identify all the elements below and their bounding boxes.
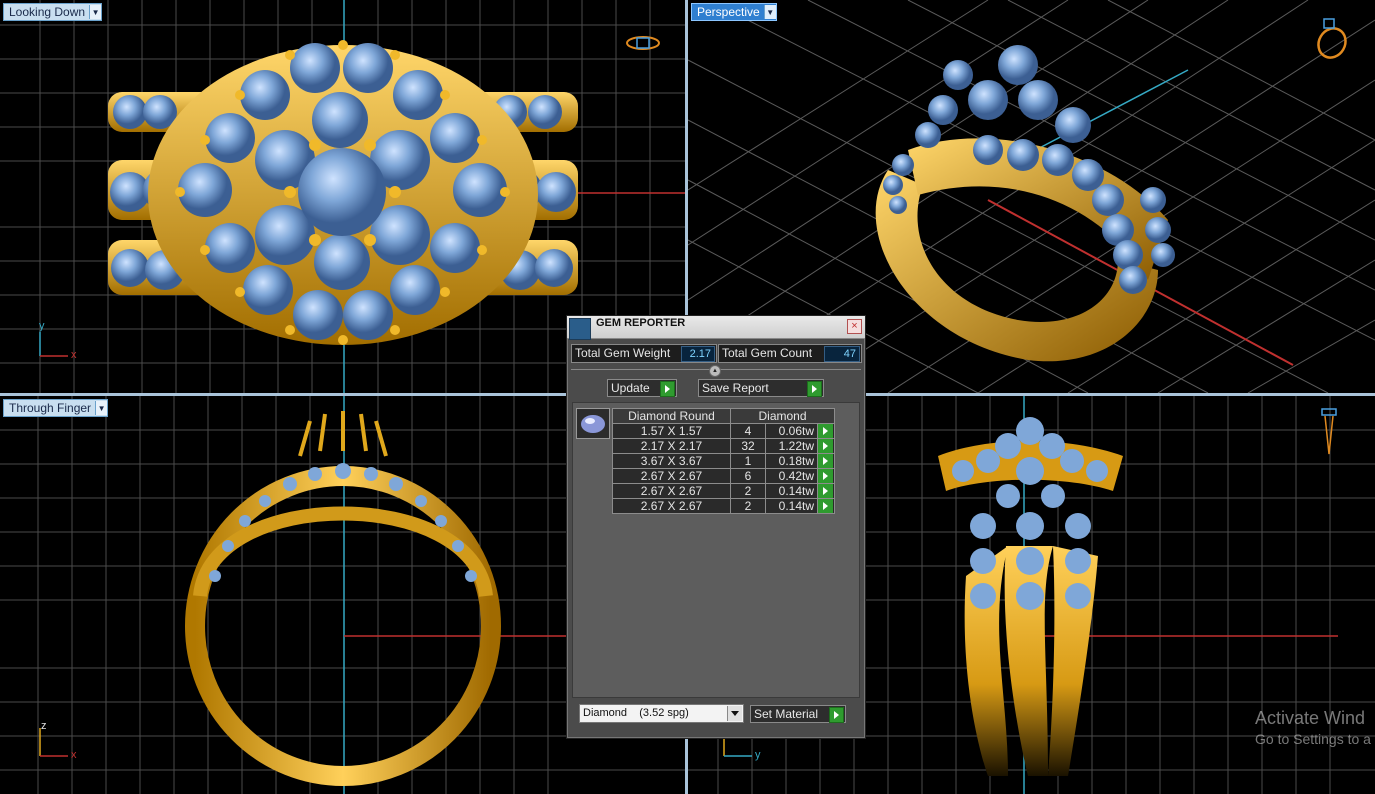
viewport-label-looking-down[interactable]: Looking Down ▼ [3, 3, 103, 21]
axis-x-label: x [71, 349, 77, 361]
viewport-label-text: Through Finger [9, 401, 92, 415]
gem-reporter-app-icon [569, 318, 591, 340]
axis-x-label: x [71, 749, 77, 761]
gem-count: 2 [730, 483, 766, 499]
gem-reporter-title: GEM REPORTER [596, 317, 686, 329]
ring-orientation-icon[interactable] [1312, 16, 1352, 62]
row-play-icon[interactable] [818, 439, 833, 453]
set-material-button[interactable]: Set Material [750, 705, 846, 723]
update-button-label: Update [611, 381, 650, 395]
chevron-down-icon[interactable]: ▼ [763, 5, 776, 19]
axis-y-label: y [39, 320, 45, 332]
viewport-label-perspective[interactable]: Perspective ▼ [691, 3, 777, 21]
row-play-icon[interactable] [818, 469, 833, 483]
total-gem-count-label: Total Gem Count [722, 346, 813, 360]
chevron-down-icon[interactable]: ▼ [95, 401, 108, 415]
total-gem-count: Total Gem Count 47 [718, 344, 862, 363]
update-button[interactable]: Update [607, 379, 677, 397]
gem-size: 2.17 X 2.17 [612, 438, 731, 454]
total-gem-weight-value: 2.17 [681, 346, 715, 362]
table-row[interactable]: 1.57 X 1.57 4 0.06tw [612, 423, 835, 439]
gem-reporter-titlebar[interactable]: GEM REPORTER × [567, 316, 865, 340]
row-play-icon[interactable] [818, 454, 833, 468]
column-header-diamond[interactable]: Diamond [730, 408, 835, 424]
row-play-icon[interactable] [818, 499, 833, 513]
table-row[interactable]: 3.67 X 3.67 1 0.18tw [612, 453, 835, 469]
ring-orientation-icon[interactable] [624, 33, 662, 53]
gem-size: 3.67 X 3.67 [612, 453, 731, 469]
gem-reporter-panel: GEM REPORTER × Total Gem Weight 2.17 Tot… [566, 315, 866, 739]
column-header-diamond-round[interactable]: Diamond Round [612, 408, 731, 424]
gem-weight: 0.18tw [765, 453, 818, 469]
watermark-line1: Activate Wind [1255, 708, 1366, 728]
diamond-gem-icon [576, 408, 610, 439]
save-report-button-label: Save Report [702, 381, 769, 395]
viewport-label-text: Looking Down [9, 5, 86, 19]
gem-weight: 0.14tw [765, 483, 818, 499]
table-row[interactable]: 2.67 X 2.67 2 0.14tw [612, 498, 835, 514]
gem-count: 4 [730, 423, 766, 439]
table-header-row: Diamond Round Diamond [612, 408, 835, 424]
save-report-button[interactable]: Save Report [698, 379, 824, 397]
total-gem-weight: Total Gem Weight 2.17 [571, 344, 717, 363]
total-gem-weight-label: Total Gem Weight [575, 346, 671, 360]
play-icon [829, 707, 844, 723]
gem-size: 2.67 X 2.67 [612, 468, 731, 484]
chevron-down-icon[interactable] [727, 706, 742, 721]
material-select-value: Diamond (3.52 spg) [583, 707, 689, 719]
gem-count: 1 [730, 453, 766, 469]
material-select[interactable]: Diamond (3.52 spg) [579, 704, 744, 723]
gem-count: 6 [730, 468, 766, 484]
row-play-icon[interactable] [818, 424, 833, 438]
viewport-label-through-finger[interactable]: Through Finger ▼ [3, 399, 109, 417]
gem-weight: 0.42tw [765, 468, 818, 484]
gem-size: 2.67 X 2.67 [612, 498, 731, 514]
watermark-line2: Go to Settings to a [1255, 731, 1371, 747]
gem-weight: 1.22tw [765, 438, 818, 454]
set-material-button-label: Set Material [754, 707, 819, 721]
ring-orientation-icon[interactable] [1318, 406, 1342, 458]
play-icon [660, 381, 675, 397]
axis-y-label: y [755, 749, 761, 761]
play-icon [807, 381, 822, 397]
table-row[interactable]: 2.67 X 2.67 6 0.42tw [612, 468, 835, 484]
gem-weight: 0.14tw [765, 498, 818, 514]
table-row[interactable]: 2.67 X 2.67 2 0.14tw [612, 483, 835, 499]
activation-watermark: Activate Wind Go to Settings to a [1255, 708, 1371, 747]
table-row[interactable]: 2.17 X 2.17 32 1.22tw [612, 438, 835, 454]
viewport-label-text: Perspective [697, 5, 760, 19]
gem-count: 2 [730, 498, 766, 514]
close-icon[interactable]: × [847, 319, 862, 334]
chevron-down-icon[interactable]: ▼ [89, 5, 102, 19]
collapse-icon[interactable]: ▲ [709, 365, 721, 377]
gem-table: Diamond Round Diamond 1.57 X 1.57 4 0.06… [612, 408, 835, 514]
row-play-icon[interactable] [818, 484, 833, 498]
gem-size: 2.67 X 2.67 [612, 483, 731, 499]
gem-size: 1.57 X 1.57 [612, 423, 731, 439]
axis-z-label: z [41, 720, 47, 732]
gem-count: 32 [730, 438, 766, 454]
gem-list-pane[interactable]: Diamond Round Diamond 1.57 X 1.57 4 0.06… [572, 402, 860, 698]
total-gem-count-value: 47 [824, 346, 860, 362]
gem-weight: 0.06tw [765, 423, 818, 439]
